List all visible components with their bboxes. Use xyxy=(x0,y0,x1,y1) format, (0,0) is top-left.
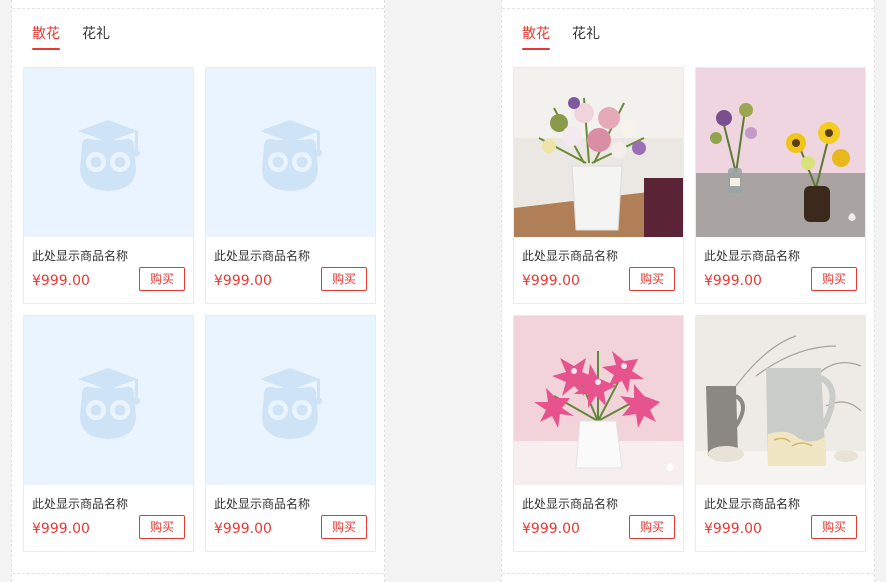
tab-sanhua[interactable]: 散花 xyxy=(522,24,550,50)
product-image-placeholder xyxy=(206,68,375,237)
product-image xyxy=(696,68,865,237)
product-image xyxy=(514,68,683,237)
product-price: ¥999.00 xyxy=(522,273,580,289)
ceramic-pitchers-photo xyxy=(696,316,865,485)
pink-lily-vase-photo xyxy=(514,316,683,485)
flower-bouquet-white-vase-photo xyxy=(514,68,683,237)
product-name: 此处显示商品名称 xyxy=(214,497,311,511)
sunflower-bottles-photo xyxy=(696,68,865,237)
tab-sanhua[interactable]: 散花 xyxy=(32,24,60,50)
product-card[interactable]: 此处显示商品名称 ¥999.00 购买 xyxy=(205,315,376,552)
product-price: ¥999.00 xyxy=(522,521,580,537)
product-price: ¥999.00 xyxy=(214,273,272,289)
buy-button[interactable]: 购买 xyxy=(139,515,185,539)
product-name: 此处显示商品名称 xyxy=(32,249,129,263)
buy-button[interactable]: 购买 xyxy=(321,267,367,291)
product-name: 此处显示商品名称 xyxy=(704,249,801,263)
product-price: ¥999.00 xyxy=(32,273,90,289)
buy-button[interactable]: 购买 xyxy=(321,515,367,539)
owl-placeholder-icon xyxy=(260,368,322,439)
product-image-placeholder xyxy=(24,68,193,237)
product-name: 此处显示商品名称 xyxy=(522,497,619,511)
dashed-divider-bottom xyxy=(12,573,384,574)
product-card[interactable]: 此处显示商品名称 ¥999.00 购买 xyxy=(23,315,194,552)
owl-placeholder-icon xyxy=(260,120,322,191)
product-price: ¥999.00 xyxy=(704,273,762,289)
product-name: 此处显示商品名称 xyxy=(704,497,801,511)
buy-button[interactable]: 购买 xyxy=(139,267,185,291)
dashed-divider-top xyxy=(12,8,384,9)
product-card[interactable]: 此处显示商品名称 ¥999.00 购买 xyxy=(695,315,866,552)
product-card[interactable]: 此处显示商品名称 ¥999.00 购买 xyxy=(513,315,684,552)
product-name: 此处显示商品名称 xyxy=(214,249,311,263)
product-panel-left: 散花 花礼 此处显示商品名称 ¥999.00 购买 此处显示商品名称 ¥999.… xyxy=(11,0,385,582)
dashed-divider-bottom xyxy=(502,573,874,574)
product-price: ¥999.00 xyxy=(32,521,90,537)
product-name: 此处显示商品名称 xyxy=(522,249,619,263)
product-image-placeholder xyxy=(206,316,375,485)
product-panel-right: 散花 花礼 此处显示商品名称 ¥999.00 购买 此处显示商品名称 ¥999.… xyxy=(501,0,875,582)
product-image xyxy=(514,316,683,485)
product-card[interactable]: 此处显示商品名称 ¥999.00 购买 xyxy=(513,67,684,304)
product-image-placeholder xyxy=(24,316,193,485)
product-card[interactable]: 此处显示商品名称 ¥999.00 购买 xyxy=(23,67,194,304)
product-name: 此处显示商品名称 xyxy=(32,497,129,511)
product-card[interactable]: 此处显示商品名称 ¥999.00 购买 xyxy=(205,67,376,304)
buy-button[interactable]: 购买 xyxy=(629,515,675,539)
owl-placeholder-icon xyxy=(78,120,140,191)
buy-button[interactable]: 购买 xyxy=(811,515,857,539)
product-price: ¥999.00 xyxy=(704,521,762,537)
tab-huali[interactable]: 花礼 xyxy=(572,24,600,44)
tab-huali[interactable]: 花礼 xyxy=(82,24,110,44)
buy-button[interactable]: 购买 xyxy=(629,267,675,291)
buy-button[interactable]: 购买 xyxy=(811,267,857,291)
product-card[interactable]: 此处显示商品名称 ¥999.00 购买 xyxy=(695,67,866,304)
dashed-divider-top xyxy=(502,8,874,9)
owl-placeholder-icon xyxy=(78,368,140,439)
product-image xyxy=(696,316,865,485)
product-price: ¥999.00 xyxy=(214,521,272,537)
